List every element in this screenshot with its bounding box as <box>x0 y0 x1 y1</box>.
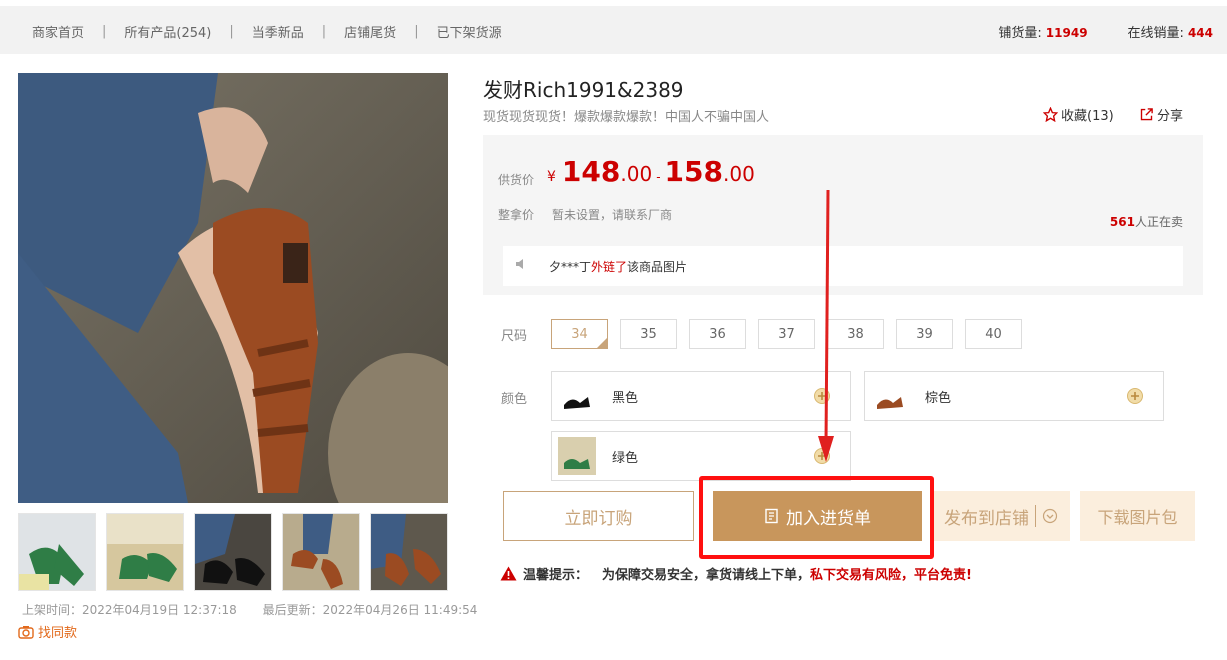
color-name: 黑色 <box>612 390 639 406</box>
price-dash: - <box>656 170 661 184</box>
color-swatch-image <box>871 377 909 415</box>
nav-separator: | <box>414 24 419 39</box>
price-high-dec: .00 <box>722 162 755 186</box>
annotation-arrow <box>818 189 834 462</box>
speaker-icon <box>515 258 527 274</box>
thumbnail-strip <box>18 513 458 591</box>
size-label: 尺码 <box>501 329 528 344</box>
selling-text: 人正在卖 <box>1134 215 1183 229</box>
stat-label: 在线销量: <box>1127 26 1184 41</box>
publish-to-shop-button[interactable]: 发布到店铺 <box>932 491 1070 541</box>
size-option[interactable]: 34 <box>551 319 608 349</box>
size-option[interactable]: 35 <box>620 319 677 349</box>
size-option[interactable]: 37 <box>758 319 815 349</box>
nav-separator: | <box>321 24 327 39</box>
find-same-button[interactable]: 找同款 <box>18 622 77 641</box>
highlight-box <box>699 476 934 559</box>
stat-label: 铺货量: <box>998 26 1042 41</box>
price-high-int: 158 <box>664 155 723 188</box>
color-name: 绿色 <box>612 450 639 466</box>
stat-distribution: 铺货量: 11949 <box>998 22 1087 41</box>
nav-all-products[interactable]: 所有产品(254) <box>124 22 211 41</box>
stat-value: 444 <box>1187 26 1213 40</box>
share-label: 分享 <box>1157 109 1184 124</box>
plus-icon[interactable] <box>1127 388 1143 404</box>
nav-delisted[interactable]: 已下架货源 <box>437 22 502 41</box>
stat-online-sales: 在线销量: 444 <box>1128 22 1213 41</box>
size-options: 34 35 36 37 38 39 40 <box>551 319 1034 349</box>
currency-symbol: ¥ <box>547 169 556 185</box>
thumbnail-image[interactable] <box>106 513 184 591</box>
wholesale-price-label: 整拿价 <box>498 208 535 222</box>
color-option-green[interactable]: 绿色 <box>551 431 851 481</box>
thumbnail-image[interactable] <box>282 513 360 591</box>
order-now-button[interactable]: 立即订购 <box>503 491 694 541</box>
notice-rest: 该商品图片 <box>627 259 688 274</box>
listed-time: 上架时间：2022年04月19日 12:37:18 <box>22 603 237 617</box>
warning-red-text: 私下交易有风险，平台免责! <box>810 568 972 583</box>
share-icon <box>1140 108 1153 121</box>
publish-label: 发布到店铺 <box>944 508 1029 529</box>
safety-warning: 温馨提示： 为保障交易安全，拿货请线上下单， 私下交易有风险，平台免责! <box>500 564 972 583</box>
warning-text: 为保障交易安全，拿货请线上下单， <box>602 568 811 583</box>
price-low-dec: .00 <box>620 162 653 186</box>
shop-nav: 商家首页 | 所有产品(254) | 当季新品 | 店铺尾货 | 已下架货源 <box>32 22 502 41</box>
price-low-int: 148 <box>561 155 621 188</box>
product-title: 发财Rich1991&2389 <box>483 78 684 102</box>
main-product-image[interactable] <box>18 73 448 503</box>
nav-separator: | <box>102 24 107 39</box>
product-timestamps: 上架时间：2022年04月19日 12:37:18 最后更新：2022年04月2… <box>22 601 499 618</box>
color-swatch-image <box>558 377 596 415</box>
color-option-brown[interactable]: 棕色 <box>864 371 1164 421</box>
nav-clearance[interactable]: 店铺尾货 <box>344 22 396 41</box>
thumbnail-image[interactable] <box>370 513 448 591</box>
supply-price: ¥ 148 .00 - 158 .00 <box>547 155 755 188</box>
find-same-label: 找同款 <box>38 626 78 641</box>
color-label: 颜色 <box>501 392 528 407</box>
color-name: 棕色 <box>925 390 952 406</box>
color-swatch-image <box>558 437 596 475</box>
favorite-button[interactable]: 收藏(13) <box>1043 105 1114 124</box>
notice-action: 外链了 <box>591 259 628 274</box>
stat-value: 11949 <box>1045 26 1088 40</box>
notice-user: 夕***丁 <box>549 259 592 274</box>
divider <box>1035 505 1036 527</box>
nav-new-season[interactable]: 当季新品 <box>252 22 304 41</box>
favorite-label: 收藏(13) <box>1061 109 1114 124</box>
star-icon <box>1043 107 1058 122</box>
supply-price-label: 供货价 <box>498 173 535 187</box>
share-button[interactable]: 分享 <box>1139 105 1183 124</box>
price-panel: 供货价 ¥ 148 .00 - 158 .00 整拿价 暂未设置，请联系厂商 5… <box>483 135 1203 295</box>
top-bar: 商家首页 | 所有产品(254) | 当季新品 | 店铺尾货 | 已下架货源 铺… <box>0 6 1227 54</box>
size-option[interactable]: 39 <box>896 319 953 349</box>
shop-stats: 铺货量: 11949 在线销量: 444 <box>958 22 1213 41</box>
chevron-down-icon[interactable] <box>1042 508 1058 524</box>
selling-count: 561人正在卖 <box>1110 213 1183 230</box>
warning-icon <box>500 566 517 581</box>
wholesale-price-value: 暂未设置，请联系厂商 <box>552 208 673 222</box>
nav-separator: | <box>229 24 234 39</box>
color-option-black[interactable]: 黑色 <box>551 371 851 421</box>
thumbnail-image[interactable] <box>18 513 96 591</box>
size-option[interactable]: 40 <box>965 319 1022 349</box>
updated-time: 最后更新：2022年04月26日 11:49:54 <box>262 603 478 617</box>
camera-icon <box>18 625 34 639</box>
product-subtitle: 现货现货现货！爆款爆款爆款！中国人不骗中国人 <box>483 110 770 125</box>
activity-notice: 夕***丁 外链了 该商品图片 <box>503 246 1183 286</box>
nav-shop-home[interactable]: 商家首页 <box>32 22 84 41</box>
download-images-button[interactable]: 下载图片包 <box>1080 491 1195 541</box>
warning-label: 温馨提示： <box>523 568 589 583</box>
selling-number: 561 <box>1109 215 1135 229</box>
thumbnail-image[interactable] <box>194 513 272 591</box>
size-option[interactable]: 36 <box>689 319 746 349</box>
